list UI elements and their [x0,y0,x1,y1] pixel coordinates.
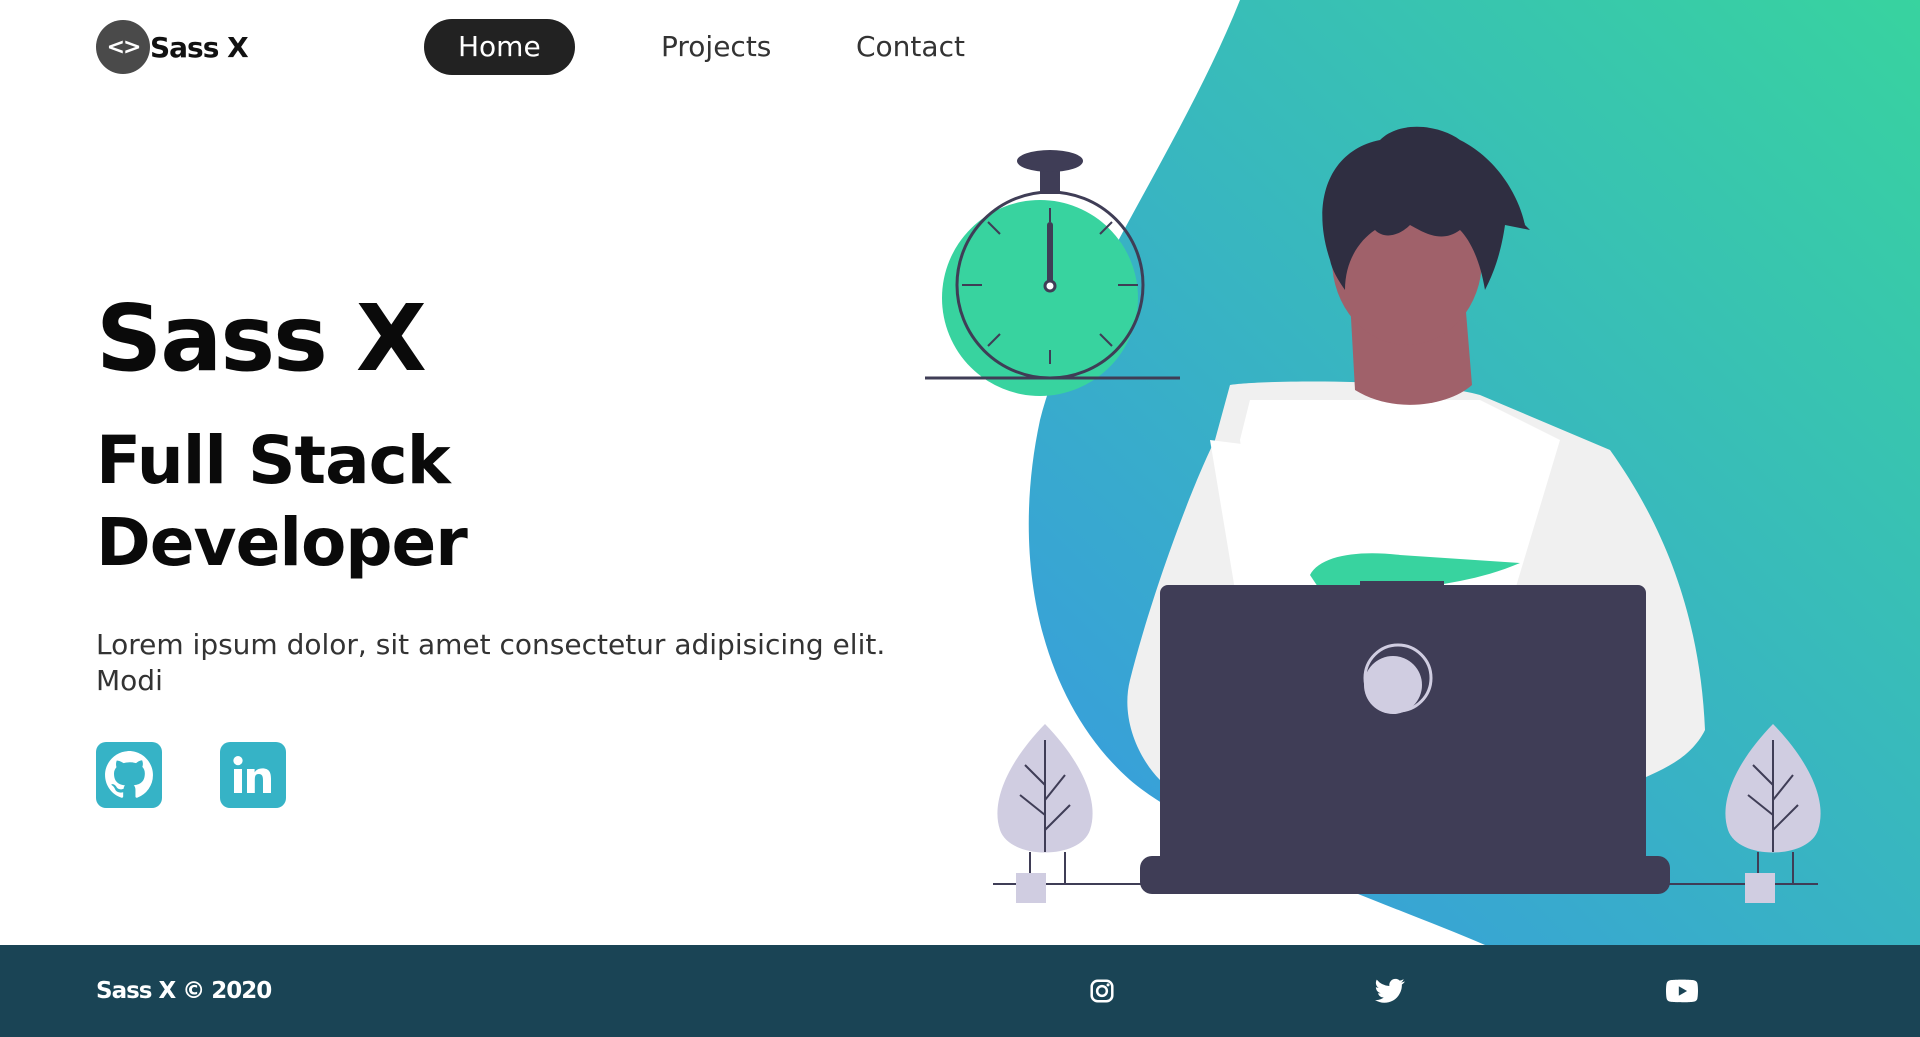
brand-name: Sass X [150,30,249,64]
linkedin-icon [233,756,271,793]
hero-title: Sass X [96,285,427,392]
footer: Sass X © 2020 [0,945,1920,1037]
nav-projects-link[interactable]: Projects [627,19,805,75]
instagram-icon [1090,979,1114,1003]
twitter-link[interactable] [1372,973,1408,1009]
hero-description: Lorem ipsum dolor, sit amet consectetur … [96,628,886,697]
top-nav: <> Sass X Home Projects Contact [0,0,1920,100]
instagram-link[interactable] [1084,973,1120,1009]
github-icon [105,751,153,798]
code-icon: <> [96,20,150,74]
hero-subtitle: Full Stack Developer [96,420,468,584]
youtube-icon [1666,979,1698,1003]
nav-contact-link[interactable]: Contact [822,19,999,75]
twitter-icon [1375,978,1405,1003]
hero-subtitle-line2: Developer [96,504,468,581]
footer-copyright: Sass X © 2020 [96,978,272,1004]
youtube-link[interactable] [1664,973,1700,1009]
github-link[interactable] [96,742,162,808]
logo[interactable]: <> Sass X [96,20,249,74]
nav-home-link[interactable]: Home [424,19,575,75]
linkedin-link[interactable] [220,742,286,808]
hero-subtitle-line1: Full Stack [96,422,451,499]
